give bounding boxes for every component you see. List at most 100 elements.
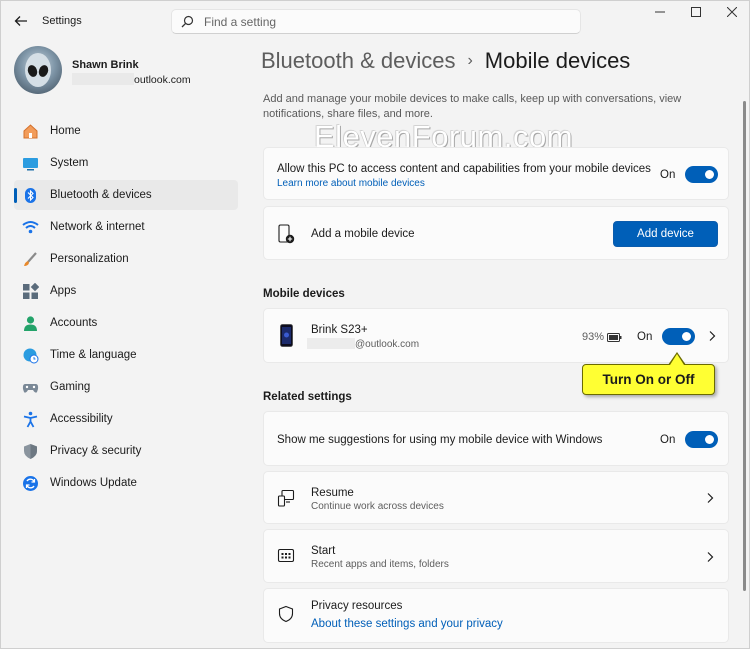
toggle-knob	[682, 332, 691, 341]
settings-window: Settings Shawn Brink outlook.com	[0, 0, 750, 649]
privacy-link[interactable]: About these settings and your privacy	[311, 618, 503, 630]
resume-icon	[277, 489, 295, 507]
sidebar-item-label: Network & internet	[50, 221, 145, 233]
sidebar-item-label: Privacy & security	[50, 445, 142, 457]
globe-clock-icon	[22, 347, 39, 364]
shield-icon	[22, 443, 39, 460]
sidebar-item-accessibility[interactable]: Accessibility	[14, 404, 238, 434]
redacted-block	[72, 73, 134, 85]
learn-more-link[interactable]: Learn more about mobile devices	[277, 178, 425, 189]
toggle-knob	[705, 170, 714, 179]
sidebar-item-label: Windows Update	[50, 477, 137, 489]
annotation-callout: Turn On or Off	[582, 364, 715, 395]
start-icon	[277, 548, 295, 563]
minimize-button[interactable]	[649, 7, 671, 21]
gamepad-icon	[22, 379, 39, 396]
app-title: Settings	[42, 15, 82, 27]
add-device-card: Add a mobile device Add device	[263, 206, 729, 260]
mobile-devices-heading: Mobile devices	[263, 288, 345, 300]
chevron-right-icon	[707, 552, 714, 562]
close-button[interactable]	[721, 6, 743, 21]
system-icon	[22, 155, 39, 172]
sidebar-item-label: Apps	[50, 285, 77, 297]
profile-name: Shawn Brink	[72, 59, 139, 71]
sidebar-item-network[interactable]: Network & internet	[14, 212, 238, 242]
sidebar-item-home[interactable]: Home	[14, 116, 238, 146]
sidebar-item-label: Time & language	[50, 349, 137, 361]
brush-icon	[22, 251, 39, 268]
device-toggle[interactable]	[662, 328, 695, 345]
toggle-state-label: On	[637, 331, 653, 343]
sidebar-item-bluetooth[interactable]: Bluetooth & devices	[14, 180, 238, 210]
sidebar-item-label: Bluetooth & devices	[50, 189, 152, 201]
battery-percent: 93%	[582, 331, 605, 343]
allow-access-title: Allow this PC to access content and capa…	[277, 163, 651, 175]
sidebar-item-gaming[interactable]: Gaming	[14, 372, 238, 402]
redacted-block	[307, 338, 355, 349]
sidebar-item-privacy[interactable]: Privacy & security	[14, 436, 238, 466]
breadcrumb-separator: ›	[467, 52, 473, 69]
title-bar: Settings	[1, 1, 749, 41]
resume-card[interactable]: Resume Continue work across devices	[263, 471, 729, 524]
alien-avatar-icon	[25, 53, 51, 87]
toggle-state-label: On	[660, 434, 676, 446]
sidebar-item-label: Gaming	[50, 381, 91, 393]
sidebar-item-label: Accounts	[50, 317, 98, 329]
add-phone-icon	[278, 224, 295, 244]
bluetooth-icon	[22, 187, 39, 204]
suggestions-card: Show me suggestions for using my mobile …	[263, 411, 729, 466]
add-device-title: Add a mobile device	[311, 228, 415, 240]
device-name: Brink S23+	[311, 324, 368, 336]
sidebar-item-time-language[interactable]: Time & language	[14, 340, 238, 370]
battery-icon	[607, 333, 622, 342]
suggestions-title: Show me suggestions for using my mobile …	[277, 434, 603, 446]
sidebar-item-apps[interactable]: Apps	[14, 276, 238, 306]
device-email-suffix: @outlook.com	[355, 339, 420, 350]
sidebar-item-label: Accessibility	[50, 413, 113, 425]
page-title: Mobile devices	[484, 48, 631, 73]
back-button[interactable]	[11, 11, 31, 31]
resume-title: Resume	[311, 487, 354, 499]
sidebar-item-accounts[interactable]: Accounts	[14, 308, 238, 338]
start-title: Start	[311, 545, 336, 557]
sidebar-item-windows-update[interactable]: Windows Update	[14, 468, 238, 498]
search-box[interactable]	[171, 9, 581, 34]
related-settings-heading: Related settings	[263, 391, 352, 403]
search-input[interactable]	[204, 13, 564, 31]
scrollbar[interactable]	[743, 101, 746, 591]
home-icon	[22, 123, 39, 140]
allow-access-toggle[interactable]	[685, 166, 718, 183]
privacy-resources-card: Privacy resources About these settings a…	[263, 588, 729, 643]
allow-access-card: Allow this PC to access content and capa…	[263, 147, 729, 200]
sidebar-item-personalization[interactable]: Personalization	[14, 244, 238, 274]
breadcrumb: Bluetooth & devices › Mobile devices	[261, 48, 630, 74]
sidebar-item-label: Personalization	[50, 253, 129, 265]
update-icon	[22, 475, 39, 492]
sidebar-item-system[interactable]: System	[14, 148, 238, 178]
start-subtitle: Recent apps and items, folders	[311, 559, 449, 570]
start-card[interactable]: Start Recent apps and items, folders	[263, 529, 729, 583]
apps-icon	[22, 283, 39, 300]
profile-email-suffix: outlook.com	[134, 74, 191, 86]
chevron-right-icon	[707, 493, 714, 503]
person-icon	[22, 315, 39, 332]
profile-email: outlook.com	[72, 73, 191, 86]
breadcrumb-parent[interactable]: Bluetooth & devices	[261, 48, 455, 73]
maximize-button[interactable]	[685, 7, 707, 21]
maximize-icon	[691, 7, 701, 17]
resume-subtitle: Continue work across devices	[311, 501, 444, 512]
toggle-knob	[705, 435, 714, 444]
search-icon	[181, 15, 194, 28]
suggestions-toggle[interactable]	[685, 431, 718, 448]
wifi-icon	[22, 219, 39, 236]
device-account: @outlook.com	[307, 338, 419, 350]
phone-icon	[280, 324, 293, 347]
back-arrow-icon	[14, 16, 27, 26]
sidebar-nav: Home System Bluetooth & devices Network …	[14, 116, 238, 500]
chevron-right-icon	[709, 331, 716, 341]
add-device-button[interactable]: Add device	[613, 221, 718, 247]
mobile-device-card[interactable]: Brink S23+ @outlook.com 93% On	[263, 308, 729, 363]
toggle-state-label: On	[660, 169, 676, 181]
privacy-resources-title: Privacy resources	[311, 600, 403, 612]
callout-pointer-fill	[670, 354, 684, 365]
